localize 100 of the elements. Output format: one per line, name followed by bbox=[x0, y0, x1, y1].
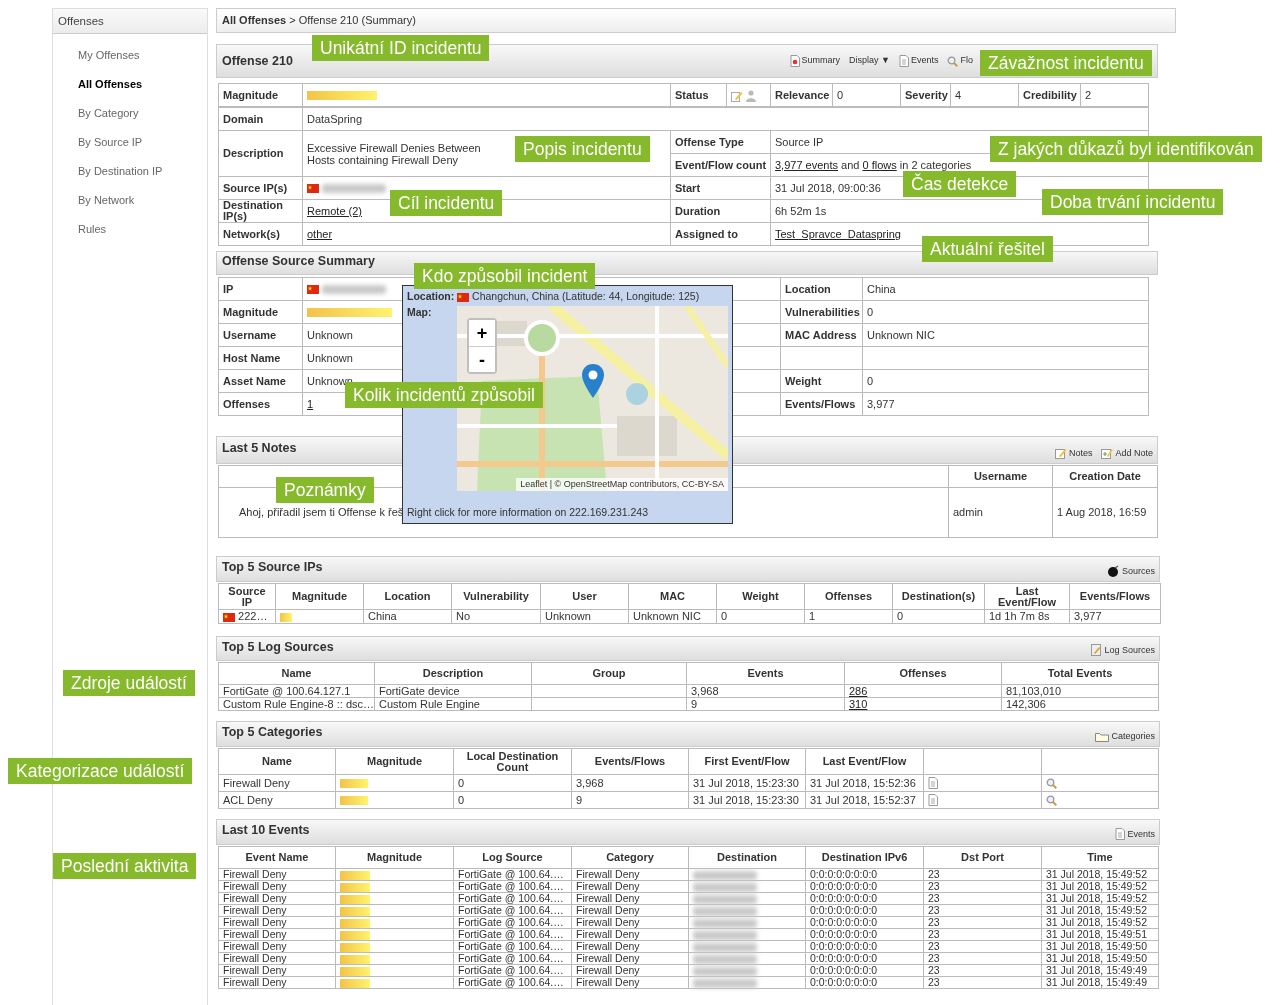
toolbar-button[interactable]: Display ▼ bbox=[849, 54, 890, 68]
table-cell: Firewall Deny bbox=[218, 976, 336, 989]
blurred-ip bbox=[693, 954, 757, 964]
toolbar-button[interactable]: Add Note bbox=[1101, 446, 1153, 460]
table-cell: 4 bbox=[950, 83, 1019, 107]
table-cell: Firewall Deny bbox=[218, 952, 336, 965]
table-cell: 2 bbox=[1080, 83, 1149, 107]
table-cell: 0:0:0:0:0:0:0:0 bbox=[805, 880, 924, 893]
sidebar-item[interactable]: By Network bbox=[78, 186, 135, 215]
table-cell: Firewall Deny bbox=[571, 952, 689, 965]
document-icon bbox=[898, 55, 909, 67]
table-cell: Firewall Deny bbox=[571, 904, 689, 917]
table-cell: 9 bbox=[571, 791, 689, 809]
map-pin-icon bbox=[581, 363, 605, 399]
table-cell: 0 bbox=[862, 369, 1149, 393]
sidebar-item[interactable]: My Offenses bbox=[78, 41, 140, 70]
value-link[interactable]: Test_Spravce_Dataspring bbox=[775, 227, 901, 240]
toolbar-button[interactable]: Sources bbox=[1105, 564, 1155, 578]
toolbar-button[interactable]: Notes bbox=[1054, 446, 1093, 460]
edit-icon[interactable] bbox=[731, 89, 743, 102]
value-link[interactable]: 286 bbox=[849, 684, 868, 697]
toolbar-button[interactable]: Summary bbox=[789, 54, 841, 68]
attribution-link[interactable]: CC-BY-SA bbox=[681, 478, 724, 489]
column-header: Group bbox=[531, 662, 687, 685]
table-cell: 31 Jul 2018, 15:49:49 bbox=[1041, 964, 1159, 977]
sidebar-item[interactable]: All Offenses bbox=[78, 70, 143, 99]
field-label: Host Name bbox=[218, 346, 303, 370]
sidebar-item[interactable]: By Source IP bbox=[78, 128, 143, 157]
table-cell: China bbox=[363, 609, 452, 624]
blurred-ip bbox=[693, 882, 757, 892]
field-label: Location bbox=[780, 277, 863, 301]
count-link[interactable]: 3,977 events bbox=[775, 158, 838, 171]
sidebar-item[interactable]: By Category bbox=[78, 99, 139, 128]
field-label: Username bbox=[218, 323, 303, 347]
attribution-link[interactable]: Leaflet bbox=[520, 478, 548, 489]
callout-label: Čas detekce bbox=[903, 171, 1017, 197]
bomb-icon bbox=[1105, 565, 1120, 578]
count-link[interactable]: 0 flows bbox=[862, 158, 897, 171]
value-link[interactable]: other bbox=[307, 227, 333, 240]
user-icon[interactable] bbox=[746, 89, 757, 102]
toolbar-button[interactable]: Events bbox=[1115, 827, 1155, 841]
column-header: Name bbox=[218, 748, 336, 775]
value-link[interactable]: 1 bbox=[307, 397, 314, 410]
toolbar-button[interactable]: Events bbox=[898, 54, 939, 68]
breadcrumb-current: > Offense 210 (Summary) bbox=[289, 14, 416, 26]
callout-label: Poznámky bbox=[276, 477, 374, 503]
table-cell: 0:0:0:0:0:0:0:0 bbox=[805, 964, 924, 977]
value-link[interactable]: 310 bbox=[849, 697, 868, 710]
china-flag-icon bbox=[307, 285, 319, 295]
table-cell: 0:0:0:0:0:0:0:0 bbox=[805, 892, 924, 905]
value-link[interactable]: Remote (2) bbox=[307, 204, 363, 217]
sidebar-item[interactable]: Rules bbox=[78, 215, 107, 244]
callout-label: Popis incidentu bbox=[515, 136, 650, 162]
blurred-ip bbox=[693, 942, 757, 952]
magnitude-bar bbox=[280, 612, 292, 622]
attribution-link[interactable]: OpenStreetMap bbox=[563, 478, 628, 489]
toolbar-button[interactable]: Categories bbox=[1095, 729, 1155, 743]
document-icon[interactable] bbox=[928, 794, 938, 807]
column-header: Category bbox=[571, 846, 689, 869]
magnitude-bar bbox=[340, 954, 370, 964]
toolbar-button[interactable]: Flo bbox=[947, 54, 973, 68]
field-label: Network(s) bbox=[218, 222, 303, 246]
table-cell: 31 Jul 2018, 15:52:36 bbox=[805, 774, 924, 792]
table-cell: Unknown NIC bbox=[628, 609, 717, 624]
table-cell: Firewall Deny bbox=[571, 868, 689, 881]
document-icon bbox=[789, 55, 800, 67]
column-header: Magnitude bbox=[275, 583, 364, 610]
magnitude-bar bbox=[340, 918, 370, 928]
breadcrumb-link[interactable]: All Offenses bbox=[222, 14, 287, 26]
blurred-ip bbox=[693, 978, 757, 988]
field-label: Credibility bbox=[1018, 83, 1081, 107]
table-cell: 1d 1h 7m 8s bbox=[984, 609, 1070, 624]
search-icon[interactable] bbox=[1046, 794, 1057, 806]
sidebar-item[interactable]: By Destination IP bbox=[78, 157, 163, 186]
column-header: Events bbox=[686, 662, 845, 685]
zoom-out-button[interactable]: - bbox=[469, 346, 495, 372]
table-cell: admin bbox=[948, 487, 1053, 538]
table-cell: Custom Rule Engine-8 :: dsc… bbox=[218, 697, 375, 711]
blurred-ip bbox=[693, 966, 757, 976]
column-header: Weight bbox=[716, 583, 805, 610]
blurred-ip bbox=[322, 285, 387, 295]
table-cell: ACL Deny bbox=[218, 791, 336, 809]
document-icon[interactable] bbox=[928, 777, 938, 790]
table-cell: Firewall Deny bbox=[218, 916, 336, 929]
magnitude-bar bbox=[340, 779, 368, 789]
table-cell: FortiGate @ 100.64.… bbox=[453, 892, 572, 905]
table-cell: 31 Jul 2018, 15:49:49 bbox=[1041, 976, 1159, 989]
blurred-ip bbox=[693, 870, 757, 880]
table-cell: 23 bbox=[923, 976, 1042, 989]
table-cell: China bbox=[862, 277, 1149, 301]
field-label: Weight bbox=[780, 369, 863, 393]
toolbar-button[interactable]: Log Sources bbox=[1091, 643, 1155, 657]
callout-label: Kdo způsobil incident bbox=[414, 263, 596, 289]
table-cell: 0:0:0:0:0:0:0:0 bbox=[805, 928, 924, 941]
table-cell: Firewall Deny bbox=[218, 868, 336, 881]
search-icon[interactable] bbox=[1046, 777, 1057, 789]
column-header: MAC bbox=[628, 583, 717, 610]
china-flag-icon bbox=[307, 184, 319, 194]
callout-label: Zdroje událostí bbox=[63, 670, 195, 696]
field-label: Source IP(s) bbox=[218, 176, 303, 200]
